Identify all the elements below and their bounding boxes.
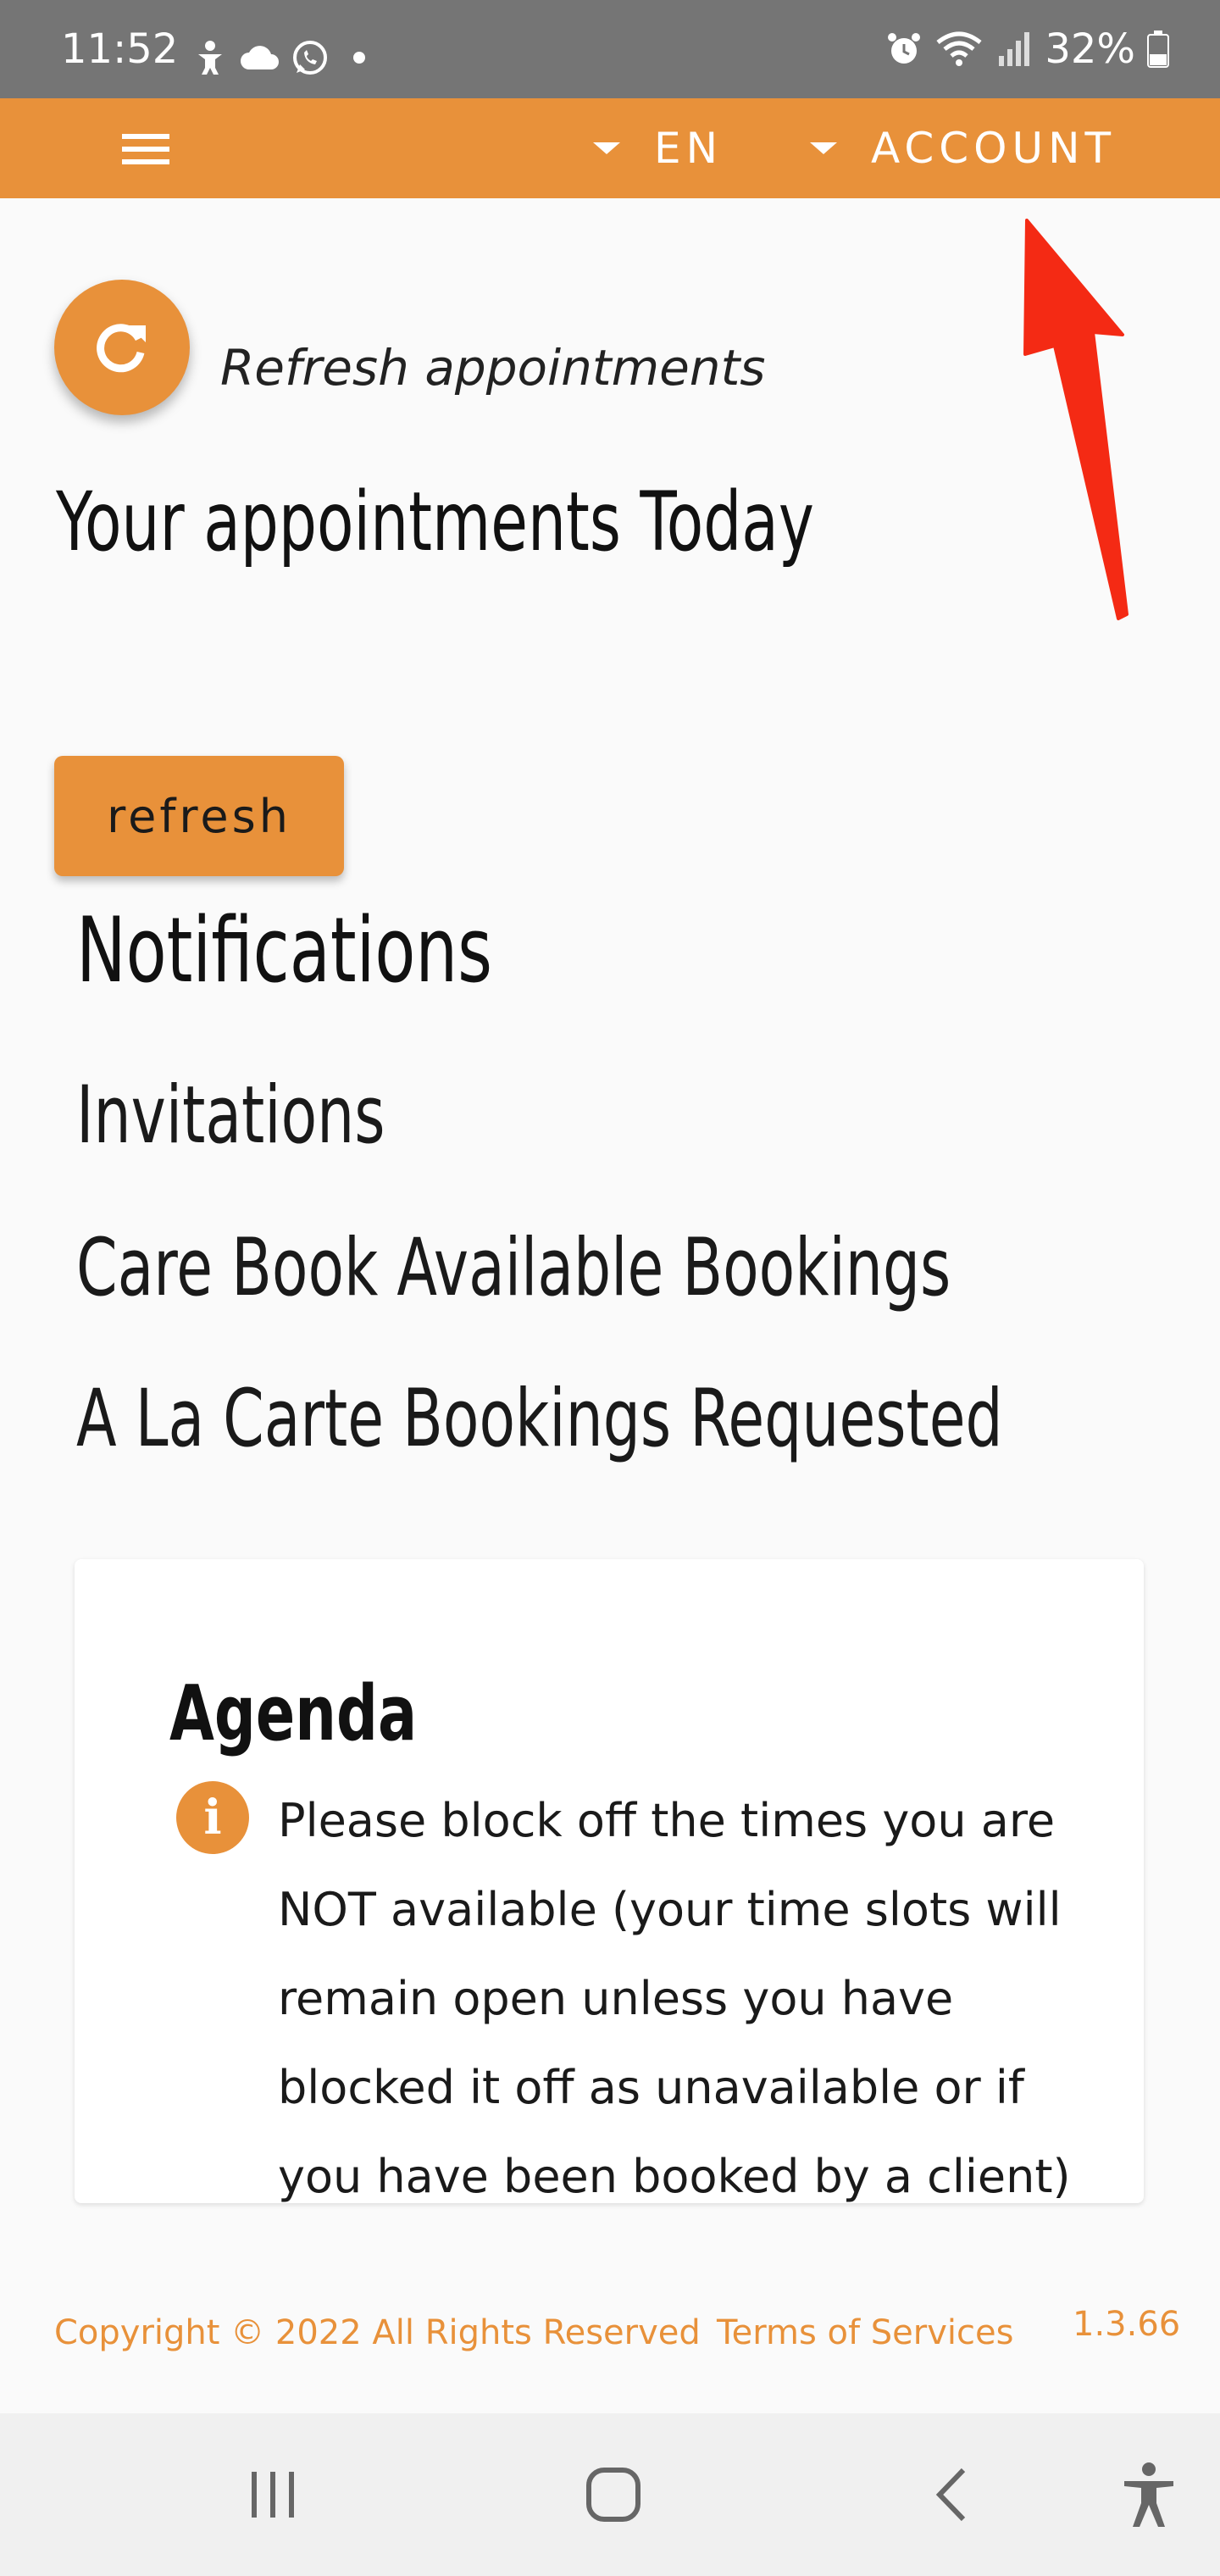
battery-percent: 32%: [1045, 25, 1135, 73]
copyright-text: Copyright © 2022 All Rights Reserved: [54, 2313, 701, 2352]
whatsapp-icon: [293, 41, 327, 75]
refresh-icon: [97, 324, 146, 373]
accessibility-button[interactable]: [1106, 2452, 1191, 2537]
agenda-title: Agenda: [169, 1669, 418, 1758]
cloud-icon: [241, 46, 279, 69]
status-bar: 11:52 32%: [0, 0, 1220, 98]
language-label: EN: [654, 124, 723, 173]
refresh-appointments-button[interactable]: [54, 280, 190, 415]
appointments-title: Your appointments Today: [56, 475, 814, 569]
care-book-bookings-link[interactable]: Care Book Available Bookings: [76, 1222, 951, 1314]
battery-icon: [1147, 31, 1169, 68]
back-chevron-icon: [935, 2468, 966, 2522]
status-time: 11:52: [61, 25, 179, 73]
refresh-button[interactable]: refresh: [54, 756, 344, 876]
back-button[interactable]: [912, 2452, 996, 2537]
menu-button[interactable]: [119, 122, 186, 176]
app-bar: EN ACCOUNT: [0, 98, 1220, 198]
system-navigation-bar: [0, 2413, 1220, 2576]
wifi-icon: [936, 31, 982, 66]
caret-down-icon: [810, 142, 837, 154]
hamburger-menu-icon: [122, 134, 169, 164]
screen: 11:52 32% EN ACCOUNT Refresh appointment…: [0, 0, 1220, 2576]
terms-of-services-link[interactable]: Terms of Services: [717, 2313, 1013, 2352]
recent-apps-button[interactable]: [230, 2452, 315, 2537]
annotation-arrow: [1023, 219, 1128, 620]
language-selector[interactable]: EN: [593, 120, 723, 176]
account-menu[interactable]: ACCOUNT: [810, 120, 1116, 176]
home-button[interactable]: [571, 2452, 656, 2537]
status-icons-left: [193, 34, 374, 81]
agenda-card: Agenda i Please block off the times you …: [75, 1559, 1144, 2203]
caret-down-icon: [593, 142, 620, 154]
account-label: ACCOUNT: [871, 124, 1117, 173]
a-la-carte-bookings-link[interactable]: A La Carte Bookings Requested: [76, 1373, 1003, 1465]
accessibility-person-icon: [198, 41, 222, 75]
signal-icon: [999, 32, 1030, 66]
recent-apps-icon: [252, 2472, 294, 2518]
status-icons-right: 32%: [885, 25, 1169, 73]
invitations-link[interactable]: Invitations: [76, 1069, 385, 1162]
accessibility-icon: [1124, 2462, 1173, 2527]
dot-icon: [353, 52, 365, 64]
home-icon: [586, 2468, 640, 2522]
refresh-appointments-label: Refresh appointments: [220, 339, 766, 397]
info-icon: i: [176, 1781, 249, 1854]
notifications-title: Notifications: [76, 898, 492, 1002]
agenda-info-text: Please block off the times you are NOT a…: [278, 1794, 1071, 2203]
version-label: 1.3.66: [1073, 2305, 1181, 2344]
alarm-icon: [888, 33, 921, 64]
